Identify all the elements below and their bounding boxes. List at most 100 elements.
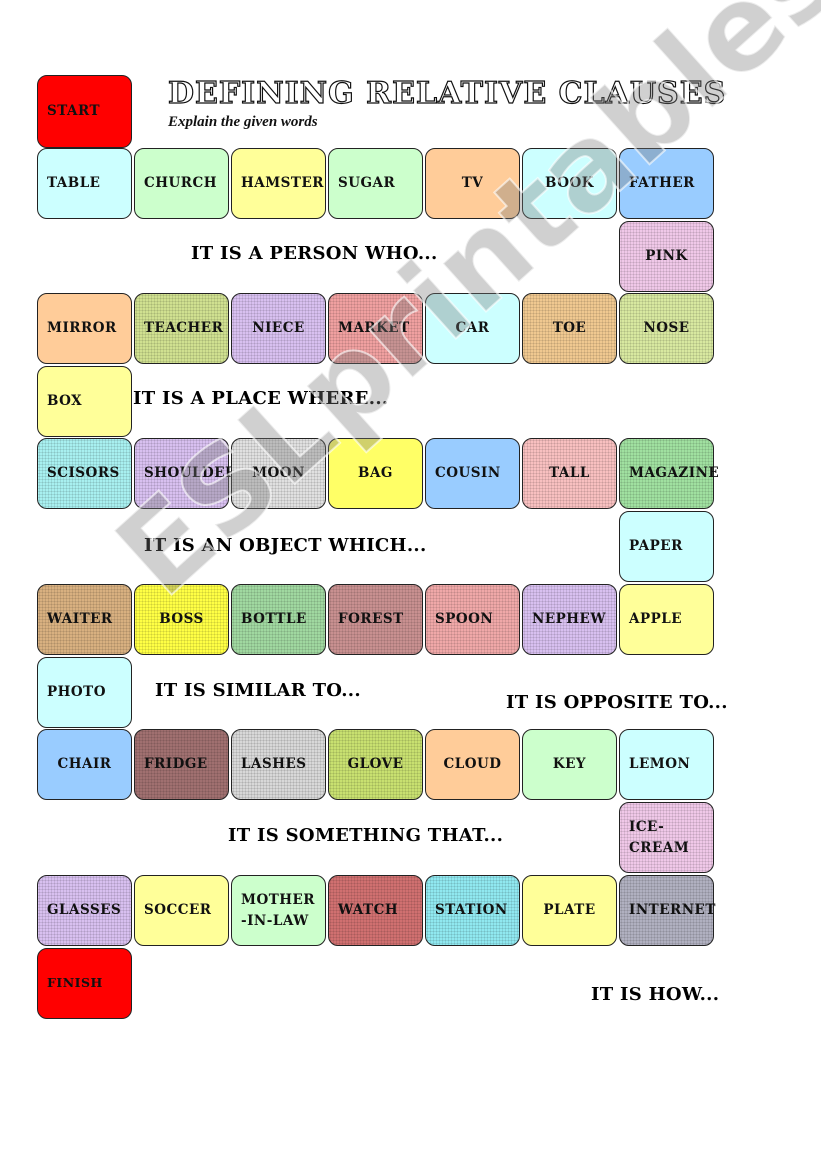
square-label: FOREST xyxy=(338,611,404,628)
square-label: PLATE xyxy=(543,902,596,919)
square-paper: PAPER xyxy=(619,511,714,582)
square-apple: APPLE xyxy=(619,584,714,655)
square-label: CAR xyxy=(455,320,490,337)
square-ice-cream: ICE- CREAM xyxy=(619,802,714,873)
square-nose: NOSE xyxy=(619,293,714,364)
clue-how: IT IS HOW... xyxy=(591,984,720,1005)
square-label: FRIDGE xyxy=(144,756,208,773)
square-label: APPLE xyxy=(629,611,683,628)
square-label: ICE- CREAM xyxy=(629,819,690,856)
page-subtitle: Explain the given words xyxy=(168,114,318,130)
square-label: NIECE xyxy=(252,320,305,337)
square-waiter: WAITER xyxy=(37,584,132,655)
square-label: START xyxy=(47,103,101,120)
square-label: TABLE xyxy=(47,175,101,192)
square-lashes: LASHES xyxy=(231,729,326,800)
game-board: DEFINING RELATIVE CLAUSES Explain the gi… xyxy=(0,0,821,1169)
square-photo: PHOTO xyxy=(37,657,132,728)
square-label: FINISH xyxy=(47,975,103,991)
square-glasses: GLASSES xyxy=(37,875,132,946)
square-sugar: SUGAR xyxy=(328,148,423,219)
square-label: BOSS xyxy=(159,611,204,628)
square-label: CLOUD xyxy=(443,756,502,773)
square-spoon: SPOON xyxy=(425,584,520,655)
square-bottle: BOTTLE xyxy=(231,584,326,655)
square-tv: TV xyxy=(425,148,520,219)
square-toe: TOE xyxy=(522,293,617,364)
square-label: WAITER xyxy=(47,611,113,628)
square-car: CAR xyxy=(425,293,520,364)
square-label: SPOON xyxy=(435,611,494,628)
square-shoulder: SHOULDER xyxy=(134,438,236,509)
square-label: STATION xyxy=(435,902,508,919)
square-tall: TALL xyxy=(522,438,617,509)
square-label: LASHES xyxy=(241,756,307,773)
square-finish: FINISH xyxy=(37,948,132,1019)
square-label: CHURCH xyxy=(144,175,217,192)
square-label: KEY xyxy=(552,756,587,773)
square-label: SHOULDER xyxy=(144,465,237,482)
square-magazine: MAGAZINE xyxy=(619,438,719,509)
square-forest: FOREST xyxy=(328,584,423,655)
square-label: SCISORS xyxy=(47,465,120,482)
square-label: MAGAZINE xyxy=(629,465,720,482)
clue-opposite: IT IS OPPOSITE TO... xyxy=(506,692,728,713)
square-label: SOCCER xyxy=(144,902,212,919)
square-label: WATCH xyxy=(338,902,399,919)
square-box: BOX xyxy=(37,366,132,437)
square-label: BOTTLE xyxy=(241,611,307,628)
square-teacher: TEACHER xyxy=(134,293,229,364)
square-mirror: MIRROR xyxy=(37,293,132,364)
square-label: PHOTO xyxy=(47,684,106,701)
square-label: HAMSTER xyxy=(241,175,324,192)
square-book: BOOK xyxy=(522,148,617,219)
square-boss: BOSS xyxy=(134,584,229,655)
square-key: KEY xyxy=(522,729,617,800)
square-label: TV xyxy=(461,175,484,192)
square-cousin: COUSIN xyxy=(425,438,520,509)
square-table: TABLE xyxy=(37,148,132,219)
clue-similar: IT IS SIMILAR TO... xyxy=(155,680,361,701)
square-label: MOTHER -IN-LAW xyxy=(241,892,316,929)
square-label: FATHER xyxy=(629,175,695,192)
square-niece: NIECE xyxy=(231,293,326,364)
square-glove: GLOVE xyxy=(328,729,423,800)
square-internet: INTERNET xyxy=(619,875,716,946)
square-cloud: CLOUD xyxy=(425,729,520,800)
page-title: DEFINING RELATIVE CLAUSES xyxy=(167,75,727,111)
square-hamster: HAMSTER xyxy=(231,148,326,219)
square-scisors: SCISORS xyxy=(37,438,132,509)
square-label: CHAIR xyxy=(57,756,112,773)
square-fridge: FRIDGE xyxy=(134,729,229,800)
clue-object: IT IS AN OBJECT WHICH... xyxy=(144,535,427,556)
square-moon: MOON xyxy=(231,438,326,509)
square-station: STATION xyxy=(425,875,520,946)
square-label: GLOVE xyxy=(347,756,404,773)
square-label: BOX xyxy=(47,393,83,410)
clue-something: IT IS SOMETHING THAT... xyxy=(228,825,504,846)
square-label: BAG xyxy=(358,465,393,482)
square-label: MARKET xyxy=(338,320,410,337)
square-label: INTERNET xyxy=(629,902,716,919)
clue-place: IT IS A PLACE WHERE... xyxy=(133,388,389,409)
square-label: MIRROR xyxy=(47,320,117,337)
square-label: BOOK xyxy=(545,175,594,192)
square-bag: BAG xyxy=(328,438,423,509)
square-label: NOSE xyxy=(643,320,690,337)
square-label: LEMON xyxy=(629,756,691,773)
square-market: MARKET xyxy=(328,293,423,364)
square-label: TALL xyxy=(549,465,590,482)
square-lemon: LEMON xyxy=(619,729,714,800)
square-watch: WATCH xyxy=(328,875,423,946)
square-label: MOON xyxy=(252,465,305,482)
square-father: FATHER xyxy=(619,148,714,219)
square-start: START xyxy=(37,75,132,148)
square-label: GLASSES xyxy=(47,902,122,919)
square-plate: PLATE xyxy=(522,875,617,946)
square-soccer: SOCCER xyxy=(134,875,229,946)
clue-person: IT IS A PERSON WHO... xyxy=(191,243,438,264)
square-label: TEACHER xyxy=(144,320,224,337)
square-label: TOE xyxy=(552,320,587,337)
square-mother-in-law: MOTHER -IN-LAW xyxy=(231,875,326,946)
square-nephew: NEPHEW xyxy=(522,584,617,655)
